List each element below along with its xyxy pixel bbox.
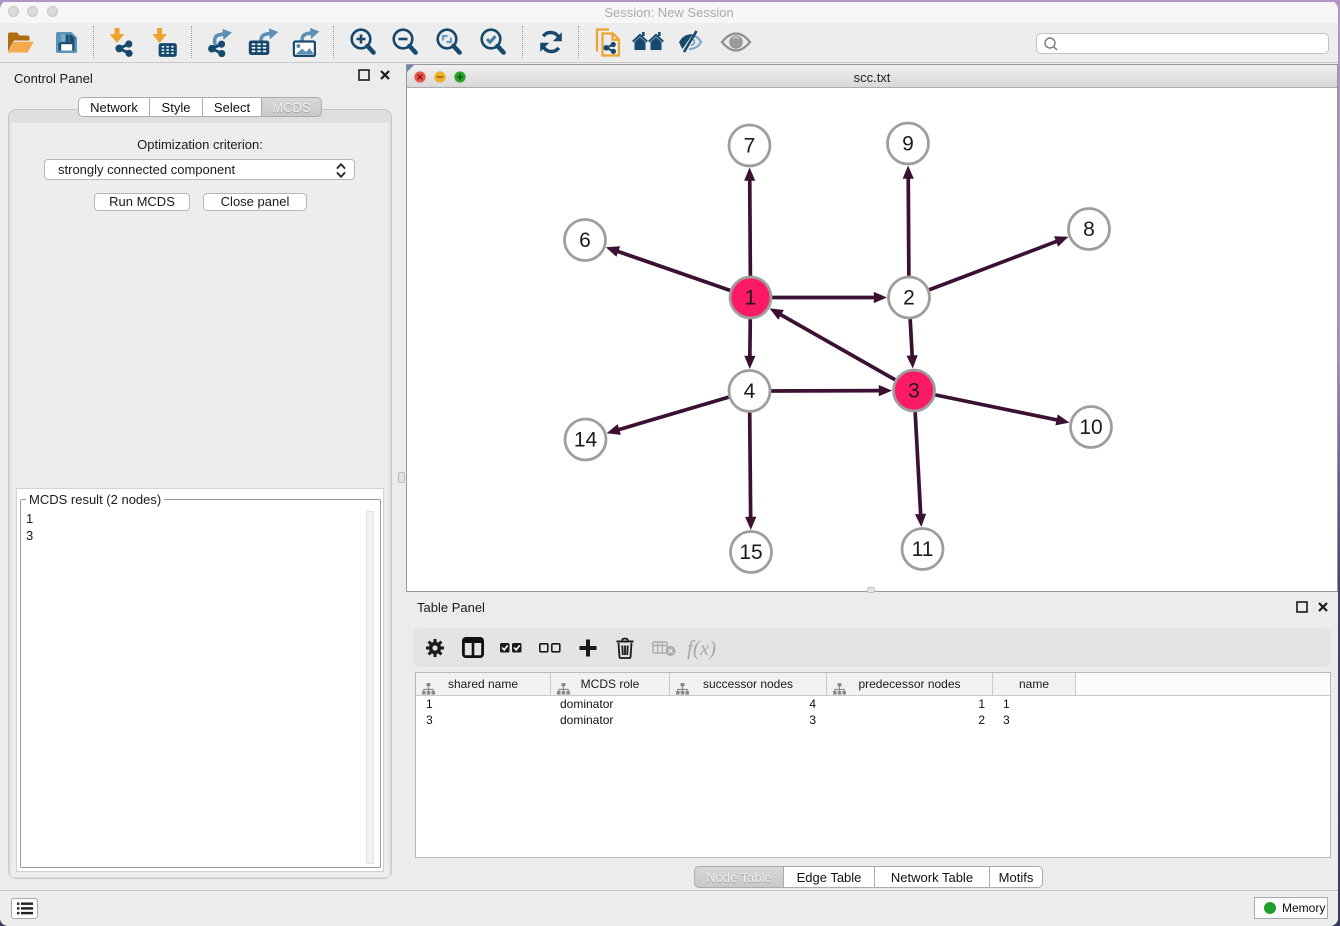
svg-text:6: 6 <box>579 229 591 252</box>
svg-text:8: 8 <box>1083 218 1095 241</box>
svg-text:15: 15 <box>739 541 762 564</box>
svg-text:9: 9 <box>902 133 914 156</box>
svg-text:10: 10 <box>1079 416 1102 439</box>
svg-text:4: 4 <box>744 380 756 403</box>
svg-text:1: 1 <box>745 287 757 310</box>
svg-text:3: 3 <box>908 380 920 403</box>
svg-text:11: 11 <box>912 538 934 561</box>
svg-text:14: 14 <box>574 429 598 452</box>
svg-text:2: 2 <box>903 287 915 310</box>
svg-text:7: 7 <box>744 135 756 158</box>
